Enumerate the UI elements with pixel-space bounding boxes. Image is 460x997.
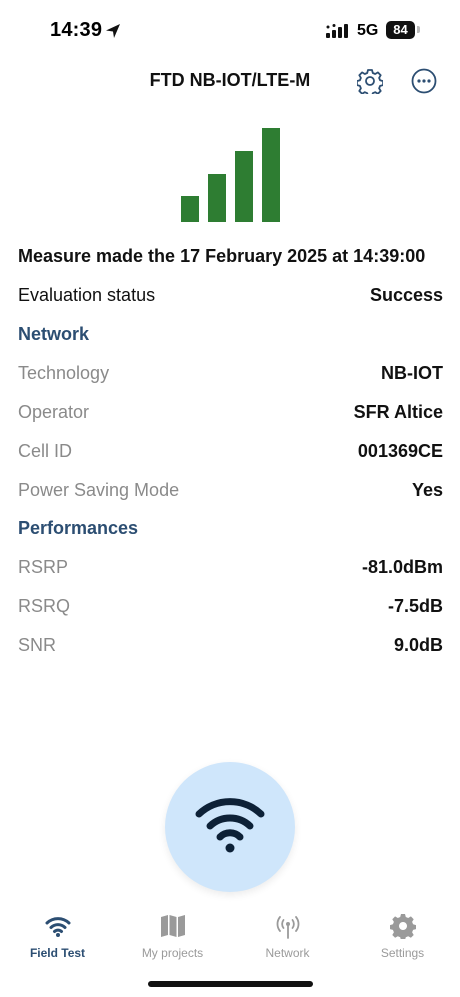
snr-label: SNR xyxy=(18,635,57,655)
evaluation-status-row: Evaluation status Success xyxy=(18,285,443,309)
wifi-icon xyxy=(45,917,71,937)
battery-icon: 84 xyxy=(386,21,415,39)
signal-strength-icon xyxy=(181,128,280,222)
evaluation-status-value: Success xyxy=(369,285,443,305)
signal-bar-4 xyxy=(262,128,280,222)
measure-line: Measure made the 17 February 2025 at 14:… xyxy=(18,246,425,267)
operator-value: SFR Altice xyxy=(353,402,443,422)
rsrq-row: RSRQ -7.5dB xyxy=(18,596,443,620)
tab-settings[interactable]: Settings xyxy=(345,905,460,965)
technology-row: Technology NB-IOT xyxy=(18,363,443,387)
network-type: 5G xyxy=(357,22,379,39)
signal-bar-1 xyxy=(181,196,199,222)
antenna-icon xyxy=(276,916,300,939)
gear-icon xyxy=(390,914,416,939)
evaluation-status-label: Evaluation status xyxy=(18,285,156,305)
signal-bar-2 xyxy=(208,174,226,222)
tab-network-label: Network xyxy=(265,946,310,960)
more-options-button[interactable] xyxy=(411,68,437,94)
cellular-signal-icon xyxy=(326,24,348,38)
tab-my-projects-label: My projects xyxy=(141,946,204,960)
tab-network[interactable]: Network xyxy=(230,905,345,965)
wifi-icon xyxy=(195,798,265,853)
page-title: FTD NB-IOT/LTE-M xyxy=(0,70,460,91)
network-section-title: Network xyxy=(18,324,90,344)
measure-at: at xyxy=(327,246,354,266)
rsrp-row: RSRP -81.0dBm xyxy=(18,557,443,581)
tab-field-test[interactable]: Field Test xyxy=(0,905,115,965)
measure-time: 14:39:00 xyxy=(353,246,426,266)
signal-bar-3 xyxy=(235,151,253,222)
operator-row: Operator SFR Altice xyxy=(18,402,443,426)
status-time: 14:39 xyxy=(50,19,103,41)
power-saving-mode-value: Yes xyxy=(411,480,443,500)
page-title-text: FTD NB-IOT/LTE-M xyxy=(149,70,311,90)
snr-value: 9.0dB xyxy=(393,635,443,655)
measure-prefix: Measure made the xyxy=(18,246,181,266)
rsrq-label: RSRQ xyxy=(18,596,71,616)
cell-id-label: Cell ID xyxy=(18,441,73,461)
tab-bar: Field Test My projects Network Settings xyxy=(0,905,460,975)
settings-gear-button[interactable] xyxy=(357,68,383,94)
operator-label: Operator xyxy=(18,402,90,422)
cell-id-value: 001369CE xyxy=(357,441,443,461)
technology-label: Technology xyxy=(18,363,110,383)
performances-section-title: Performances xyxy=(18,518,139,538)
start-measure-button[interactable] xyxy=(165,762,295,892)
rsrp-value: -81.0dBm xyxy=(361,557,443,577)
map-icon xyxy=(161,915,185,937)
tab-my-projects[interactable]: My projects xyxy=(115,905,230,965)
snr-row: SNR 9.0dB xyxy=(18,635,443,659)
measure-date: 17 February 2025 xyxy=(180,246,328,266)
location-arrow-icon xyxy=(106,24,120,38)
technology-value: NB-IOT xyxy=(381,363,443,383)
power-saving-mode-row: Power Saving Mode Yes xyxy=(18,480,443,504)
tab-settings-label: Settings xyxy=(380,946,425,960)
power-saving-mode-label: Power Saving Mode xyxy=(18,480,180,500)
cell-id-row: Cell ID 001369CE xyxy=(18,441,443,465)
home-indicator[interactable] xyxy=(148,981,313,987)
rsrp-label: RSRP xyxy=(18,557,69,577)
battery-tip xyxy=(417,26,420,33)
rsrq-value: -7.5dB xyxy=(387,596,443,616)
status-bar: 14:39 5G 84 xyxy=(0,0,460,60)
tab-field-test-label: Field Test xyxy=(29,946,86,960)
